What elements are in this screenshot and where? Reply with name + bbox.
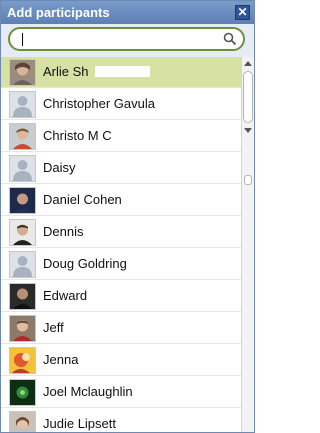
participant-list: Arlie Sh Christopher Gavula Christo M C … <box>1 57 241 432</box>
participant-row[interactable]: Christo M C <box>1 121 241 152</box>
search-icon[interactable] <box>223 32 237 46</box>
avatar <box>9 283 36 310</box>
scroll-thumb[interactable] <box>243 71 253 123</box>
participant-name: Edward <box>43 288 88 303</box>
text-cursor <box>22 33 23 46</box>
avatar <box>9 59 36 86</box>
search-area <box>1 24 254 57</box>
participant-row[interactable]: Doug Goldring <box>1 249 241 280</box>
participant-name: Christopher Gavula <box>43 96 155 111</box>
scroll-down-arrow-icon[interactable] <box>243 125 253 135</box>
participant-name: Daisy <box>43 160 76 175</box>
participant-row[interactable]: Dennis <box>1 217 241 248</box>
participant-name: Doug Goldring <box>43 256 127 271</box>
avatar <box>9 411 36 432</box>
search-box[interactable] <box>8 27 245 51</box>
participant-name: Christo M C <box>43 128 112 143</box>
redaction <box>151 130 167 141</box>
participant-name: Judie Lipsett <box>43 416 116 431</box>
scroll-up-arrow-icon[interactable] <box>243 59 253 69</box>
search-input[interactable] <box>19 31 219 47</box>
redaction <box>111 130 133 141</box>
redaction <box>91 226 161 237</box>
participant-row[interactable]: Jenna <box>1 345 241 376</box>
dialog-title: Add participants <box>7 5 110 20</box>
avatar <box>9 219 36 246</box>
redaction <box>85 354 155 365</box>
avatar <box>9 91 36 118</box>
participant-name: Joel Mclaughlin <box>43 384 133 399</box>
close-button[interactable]: ✕ <box>235 5 250 20</box>
participant-name: Arlie Sh <box>43 64 89 79</box>
redaction <box>95 66 150 77</box>
avatar <box>9 379 36 406</box>
avatar <box>9 251 36 278</box>
avatar <box>9 315 36 342</box>
avatar <box>9 123 36 150</box>
avatar <box>9 347 36 374</box>
redaction <box>91 290 161 301</box>
participant-row[interactable]: Jeff <box>1 313 241 344</box>
avatar <box>9 187 36 214</box>
participant-row[interactable]: Edward <box>1 281 241 312</box>
title-bar: Add participants ✕ <box>1 1 254 24</box>
participant-name: Jenna <box>43 352 79 367</box>
redaction <box>71 322 156 333</box>
participant-name: Dennis <box>43 224 84 239</box>
participant-row[interactable]: Daisy <box>1 153 241 184</box>
avatar <box>9 155 36 182</box>
list-scrollbar[interactable] <box>241 57 254 432</box>
participant-row[interactable]: Judie Lipsett <box>1 409 241 432</box>
add-participants-dialog: Add participants ✕ Arlie Sh Christopher … <box>0 0 255 433</box>
scroll-grip[interactable] <box>244 175 252 185</box>
participant-row[interactable]: Daniel Cohen <box>1 185 241 216</box>
redaction <box>85 162 135 173</box>
participant-row[interactable]: Arlie Sh <box>1 57 241 88</box>
participant-row[interactable]: Joel Mclaughlin <box>1 377 241 408</box>
participant-row[interactable]: Christopher Gavula <box>1 89 241 120</box>
participant-name: Daniel Cohen <box>43 192 122 207</box>
participant-name: Jeff <box>43 320 64 335</box>
